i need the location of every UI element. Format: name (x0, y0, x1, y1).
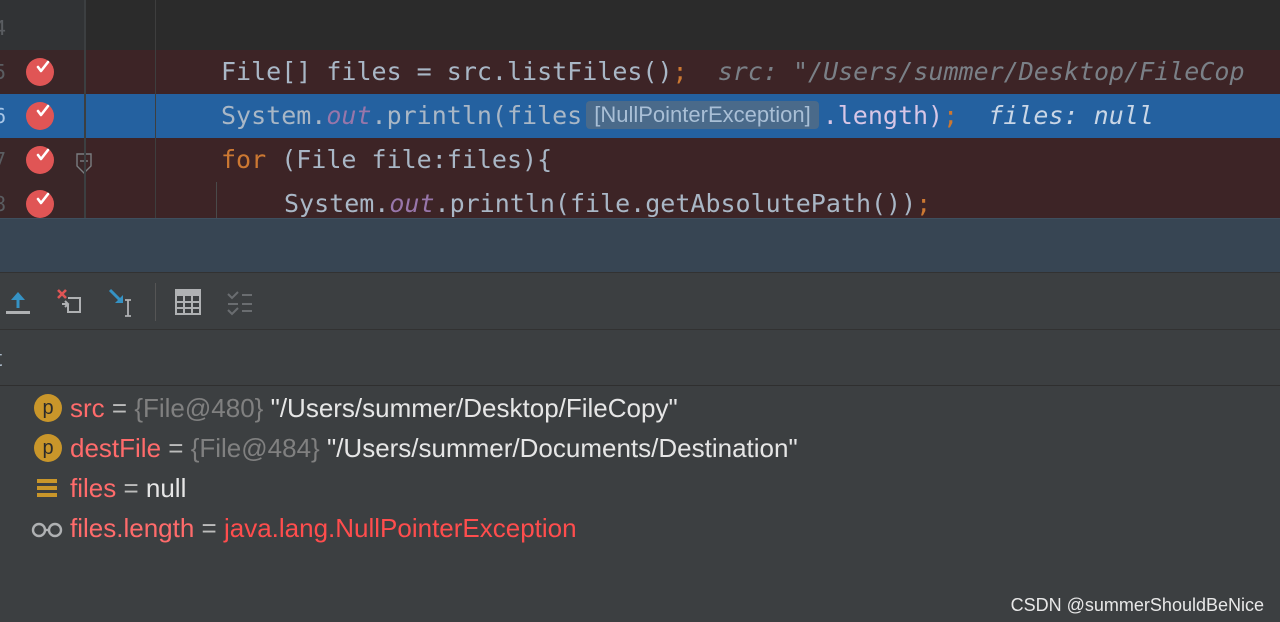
breakpoint-icon[interactable] (26, 146, 54, 174)
variable-row[interactable]: p destFile = {File@484} "/Users/summer/D… (0, 428, 1280, 468)
frames-bar: t (0, 330, 1280, 386)
code-line-7[interactable]: 7 for (File file:files){ (0, 138, 1280, 182)
variable-type: {File@484} (190, 433, 320, 463)
breakpoint-icon[interactable] (26, 190, 54, 218)
breakpoint-icon[interactable] (26, 102, 54, 130)
line-number: 7 (0, 148, 7, 172)
line-number: 5 (0, 60, 7, 84)
gutter-separator (84, 0, 86, 218)
variable-name: files (70, 473, 117, 503)
watermark: CSDN @summerShouldBeNice (1010, 595, 1264, 615)
variable-value: "/Users/summer/Desktop/FileCopy" (263, 393, 678, 423)
variable-value: "/Users/summer/Documents/Destination" (319, 433, 798, 463)
variable-value: null (145, 473, 187, 503)
indent-guide (155, 0, 156, 218)
code-text: System.out.println(files [NullPointerExce… (221, 101, 1154, 130)
variable-name: destFile (70, 433, 162, 463)
step-out-icon[interactable] (3, 286, 35, 318)
code-editor[interactable]: 4 5 File[] files = src.listFiles(); src:… (0, 0, 1280, 218)
line-number: 8 (0, 192, 7, 216)
array-icon (34, 474, 62, 502)
evaluate-expression-icon[interactable] (172, 286, 204, 318)
trace-icon[interactable] (224, 286, 256, 318)
code-text: File[] files = src.listFiles(); src: "/U… (221, 57, 1245, 86)
variable-row[interactable]: p src = {File@480} "/Users/summer/Deskto… (0, 388, 1280, 428)
debug-toolbar (0, 272, 1280, 330)
line-number: 6 (0, 104, 7, 128)
code-text: System.out.println(file.getAbsolutePath(… (284, 189, 932, 218)
variables-view[interactable]: p src = {File@480} "/Users/summer/Deskto… (0, 386, 1280, 622)
variable-type: {File@480} (134, 393, 264, 423)
indent-guide (216, 182, 217, 218)
variable-value: java.lang.NullPointerException (223, 513, 577, 543)
watch-icon (30, 514, 66, 542)
code-line-8[interactable]: 8 System.out.println(file.getAbsolutePat… (0, 182, 1280, 218)
toolbar-separator (155, 283, 156, 321)
variable-name: src (70, 393, 105, 423)
code-line-6[interactable]: 6 System.out.println(files [NullPointerEx… (0, 94, 1280, 138)
watch-row[interactable]: files.length = java.lang.NullPointerExce… (0, 508, 1280, 548)
variable-name: files.length (70, 513, 195, 543)
variable-row[interactable]: files = null (0, 468, 1280, 508)
inline-value-hint: src: "/Users/summer/Desktop/FileCop (717, 57, 1245, 86)
run-to-cursor-icon[interactable] (106, 286, 138, 318)
breakpoint-icon[interactable] (26, 58, 54, 86)
code-line-4[interactable]: 4 (0, 6, 1280, 50)
code-text: for (File file:files){ (221, 145, 553, 174)
drop-frame-icon[interactable] (54, 286, 86, 318)
inline-exception-badge[interactable]: [NullPointerException] (586, 101, 819, 129)
field-icon: p (34, 394, 62, 422)
line-number: 4 (0, 16, 7, 40)
debug-panel-header (0, 218, 1280, 272)
inline-value-hint: files: null (988, 101, 1154, 130)
frames-label: t (0, 346, 2, 372)
code-line-5[interactable]: 5 File[] files = src.listFiles(); src: "… (0, 50, 1280, 94)
field-icon: p (34, 434, 62, 462)
